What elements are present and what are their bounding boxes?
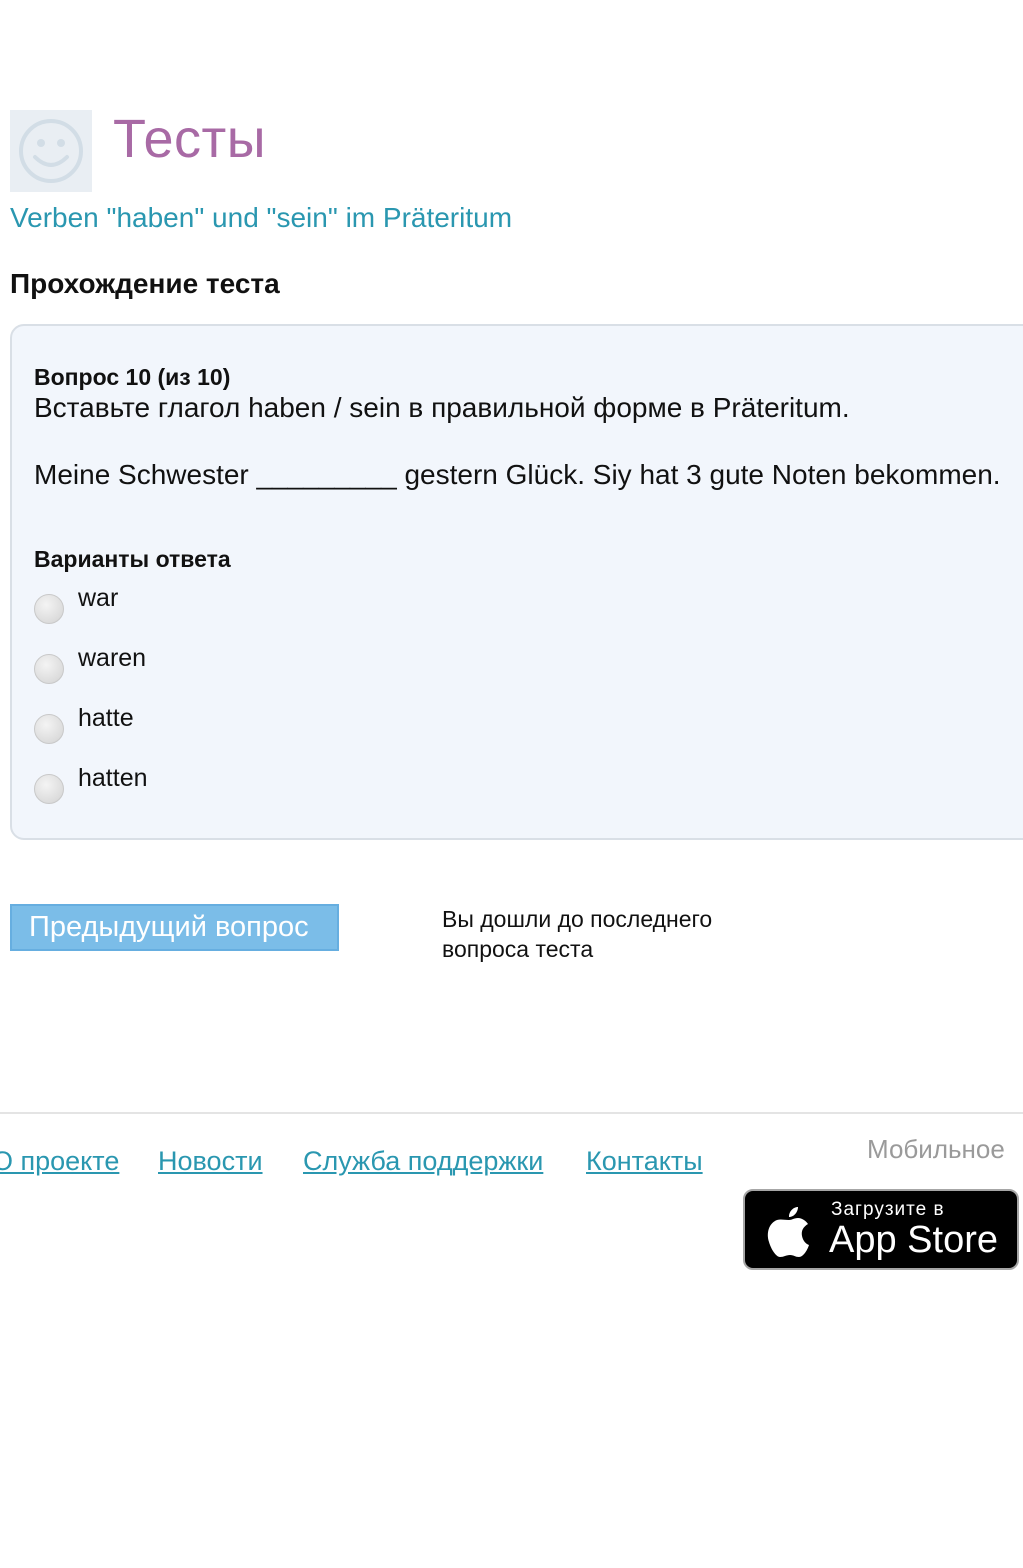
answer-label: war [78, 584, 119, 612]
answer-label: hatten [78, 764, 148, 792]
app-store-top-text: Загрузите в [831, 1199, 945, 1220]
app-store-main-text: App Store [829, 1219, 998, 1261]
footer-link-support[interactable]: Служба поддержки [303, 1146, 543, 1177]
question-number: Вопрос 10 (из 10) [34, 364, 231, 390]
test-name-link[interactable]: Verben "haben" und "sein" im Präteritum [10, 202, 512, 234]
last-question-note: Вы дошли до последнего вопроса теста [442, 906, 713, 962]
radio-button[interactable] [34, 594, 64, 624]
radio-button[interactable] [34, 654, 64, 684]
question-card: Вопрос 10 (из 10) Вставьте глагол haben … [10, 324, 1023, 840]
footer-link-news[interactable]: Новости [158, 1146, 263, 1177]
radio-button[interactable] [34, 774, 64, 804]
question-sentence: Meine Schwester _________ gestern Glück.… [34, 459, 1001, 490]
answer-option-waren[interactable]: waren [34, 644, 434, 690]
previous-question-button[interactable]: Предыдущий вопрос [10, 904, 339, 951]
answer-label: hatte [78, 704, 134, 732]
page-title: Тесты [113, 109, 267, 169]
radio-button[interactable] [34, 714, 64, 744]
apple-icon [767, 1207, 809, 1257]
answer-option-hatte[interactable]: hatte [34, 704, 434, 750]
footer-link-contacts[interactable]: Контакты [586, 1146, 703, 1177]
question-instruction: Вставьте глагол haben / sein в правильно… [34, 392, 850, 423]
answer-label: waren [78, 644, 147, 672]
answer-option-hatten[interactable]: hatten [34, 764, 434, 810]
answers-title: Варианты ответа [34, 546, 231, 572]
footer-divider [0, 1112, 1023, 1114]
mobile-app-label: Мобильное [867, 1134, 1005, 1164]
section-title: Прохождение теста [10, 268, 280, 299]
footer-link-about[interactable]: О проекте [0, 1146, 119, 1177]
answer-option-war[interactable]: war [34, 584, 434, 630]
smiley-icon [10, 110, 92, 192]
page: Тесты Verben "haben" und "sein" im Präte… [0, 0, 1023, 1568]
app-store-badge[interactable]: Загрузите в App Store [743, 1189, 1019, 1270]
